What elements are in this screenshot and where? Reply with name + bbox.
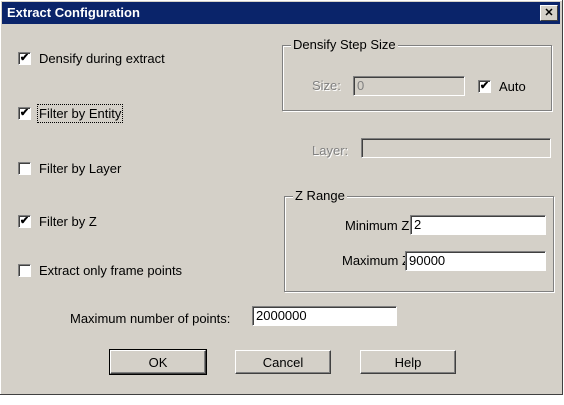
size-input[interactable]: 0 — [353, 76, 465, 96]
checkbox-label: Auto — [499, 78, 526, 94]
checkbox-box[interactable]: ✔ — [18, 51, 31, 65]
densify-step-size-group: Densify Step Size Size: 0 ✔ Auto — [282, 37, 552, 111]
check-icon: ✔ — [479, 79, 490, 92]
title-bar[interactable]: Extract Configuration ✕ — [2, 2, 560, 24]
ok-button-label: OK — [148, 354, 168, 370]
auto-checkbox[interactable]: ✔ Auto — [478, 78, 526, 94]
filter-by-entity-checkbox[interactable]: ✔ Filter by Entity — [18, 103, 124, 123]
check-icon: ✔ — [19, 106, 30, 119]
cancel-button-label: Cancel — [262, 354, 304, 370]
help-button[interactable]: Help — [360, 350, 456, 374]
extract-configuration-dialog: Extract Configuration ✕ ✔ Densify during… — [0, 0, 563, 395]
maximum-z-label: Maximum Z: — [342, 253, 414, 268]
help-button-label: Help — [394, 354, 422, 370]
maximum-z-input[interactable]: 90000 — [405, 251, 546, 271]
maximum-number-of-points-input[interactable]: 2000000 — [252, 306, 397, 326]
close-button[interactable]: ✕ — [540, 5, 558, 21]
checkbox-label: Filter by Entity — [36, 103, 124, 123]
check-icon: ✔ — [19, 51, 30, 64]
group-title: Z Range — [293, 188, 347, 203]
z-range-group: Z Range Minimum Z: 2 Maximum Z: 90000 — [284, 188, 554, 292]
checkbox-box[interactable] — [18, 161, 31, 175]
filter-by-z-checkbox[interactable]: ✔ Filter by Z — [18, 213, 97, 229]
layer-label: Layer: — [312, 143, 349, 158]
minimum-z-label: Minimum Z: — [345, 218, 413, 233]
window-title: Extract Configuration — [7, 5, 140, 20]
densify-during-extract-checkbox[interactable]: ✔ Densify during extract — [18, 50, 165, 66]
minimum-z-input[interactable]: 2 — [410, 215, 546, 235]
checkbox-label: Filter by Layer — [39, 160, 122, 176]
checkbox-box[interactable]: ✔ — [478, 79, 491, 93]
checkbox-box[interactable] — [18, 263, 31, 277]
extract-only-frame-points-checkbox[interactable]: Extract only frame points — [18, 262, 182, 278]
checkbox-label: Densify during extract — [39, 50, 165, 66]
size-label: Size: — [312, 78, 341, 93]
group-title: Densify Step Size — [291, 37, 398, 52]
checkbox-box[interactable]: ✔ — [18, 214, 31, 228]
checkbox-label: Filter by Z — [39, 213, 97, 229]
close-icon: ✕ — [544, 6, 554, 19]
checkbox-label: Extract only frame points — [39, 262, 183, 278]
cancel-button[interactable]: Cancel — [235, 350, 331, 374]
checkbox-box[interactable]: ✔ — [18, 106, 31, 120]
maximum-number-of-points-label: Maximum number of points: — [70, 311, 231, 326]
ok-button[interactable]: OK — [109, 349, 207, 375]
layer-input[interactable] — [361, 138, 551, 158]
check-icon: ✔ — [19, 214, 30, 227]
filter-by-layer-checkbox[interactable]: Filter by Layer — [18, 160, 121, 176]
